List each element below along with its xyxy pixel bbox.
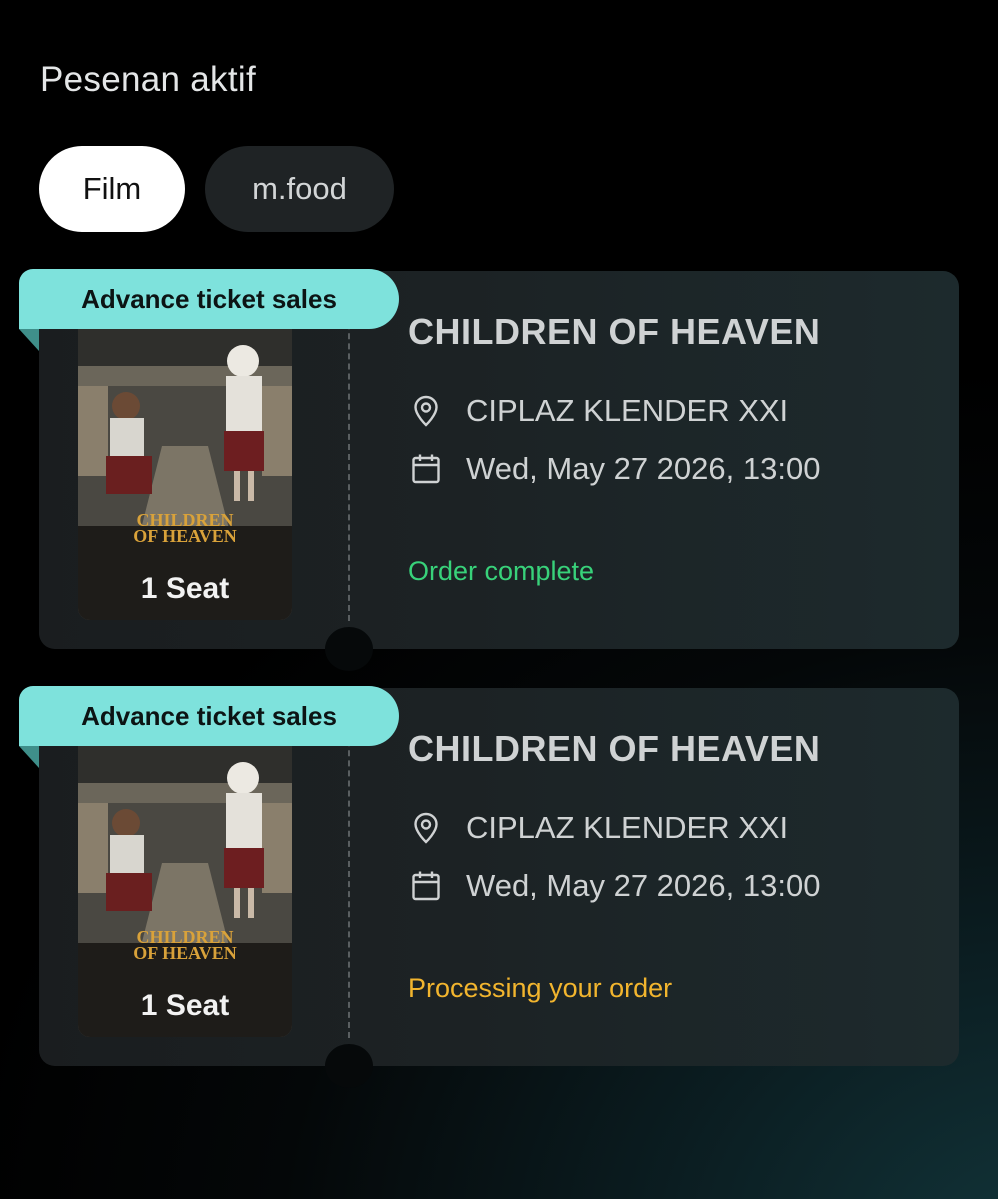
location-text: CIPLAZ KLENDER XXI [466, 393, 789, 428]
poster-title-line2: OF HEAVEN [133, 526, 237, 546]
tab-mfood[interactable]: m.food [205, 146, 394, 232]
ticket-divider [348, 293, 350, 621]
location-pin-icon [410, 395, 442, 427]
movie-title: CHILDREN OF HEAVEN [408, 728, 821, 769]
showtime: Wed, May 27 2026, 13:00 [410, 868, 820, 904]
movie-poster: CHILDREN OF HEAVEN 1 Seat [78, 723, 292, 1037]
showtime: Wed, May 27 2026, 13:00 [410, 451, 820, 487]
order-card[interactable]: CHILDREN OF HEAVEN 1 Seat Advance ticket… [19, 269, 959, 671]
ticket-notch [325, 627, 373, 671]
movie-title: CHILDREN OF HEAVEN [408, 311, 821, 352]
datetime-text: Wed, May 27 2026, 13:00 [466, 868, 821, 903]
location-pin-icon [410, 812, 442, 844]
order-status: Processing your order [408, 973, 673, 1003]
cinema-location: CIPLAZ KLENDER XXI [410, 393, 788, 429]
advance-ticket-badge: Advance ticket sales [19, 269, 399, 329]
seat-count: 1 Seat [140, 572, 230, 605]
tab-film[interactable]: Film [39, 146, 185, 232]
calendar-icon [410, 870, 442, 902]
datetime-text: Wed, May 27 2026, 13:00 [466, 451, 821, 486]
order-card[interactable]: CHILDREN OF HEAVEN 1 Seat Advance ticket… [19, 686, 959, 1088]
badge-fold [19, 329, 39, 351]
seat-count: 1 Seat [140, 989, 230, 1022]
page-title: Pesenan aktif [40, 60, 256, 99]
poster-title-line2: OF HEAVEN [133, 943, 237, 963]
location-text: CIPLAZ KLENDER XXI [466, 810, 789, 845]
cinema-location: CIPLAZ KLENDER XXI [410, 810, 788, 846]
ticket-divider [348, 710, 350, 1038]
ticket-notch [325, 1044, 373, 1088]
movie-poster: CHILDREN OF HEAVEN 1 Seat [78, 306, 292, 620]
advance-ticket-badge: Advance ticket sales [19, 686, 399, 746]
calendar-icon [410, 453, 442, 485]
badge-fold [19, 746, 39, 768]
order-status: Order complete [408, 556, 595, 586]
order-type-tabs: Film m.food [39, 146, 394, 232]
